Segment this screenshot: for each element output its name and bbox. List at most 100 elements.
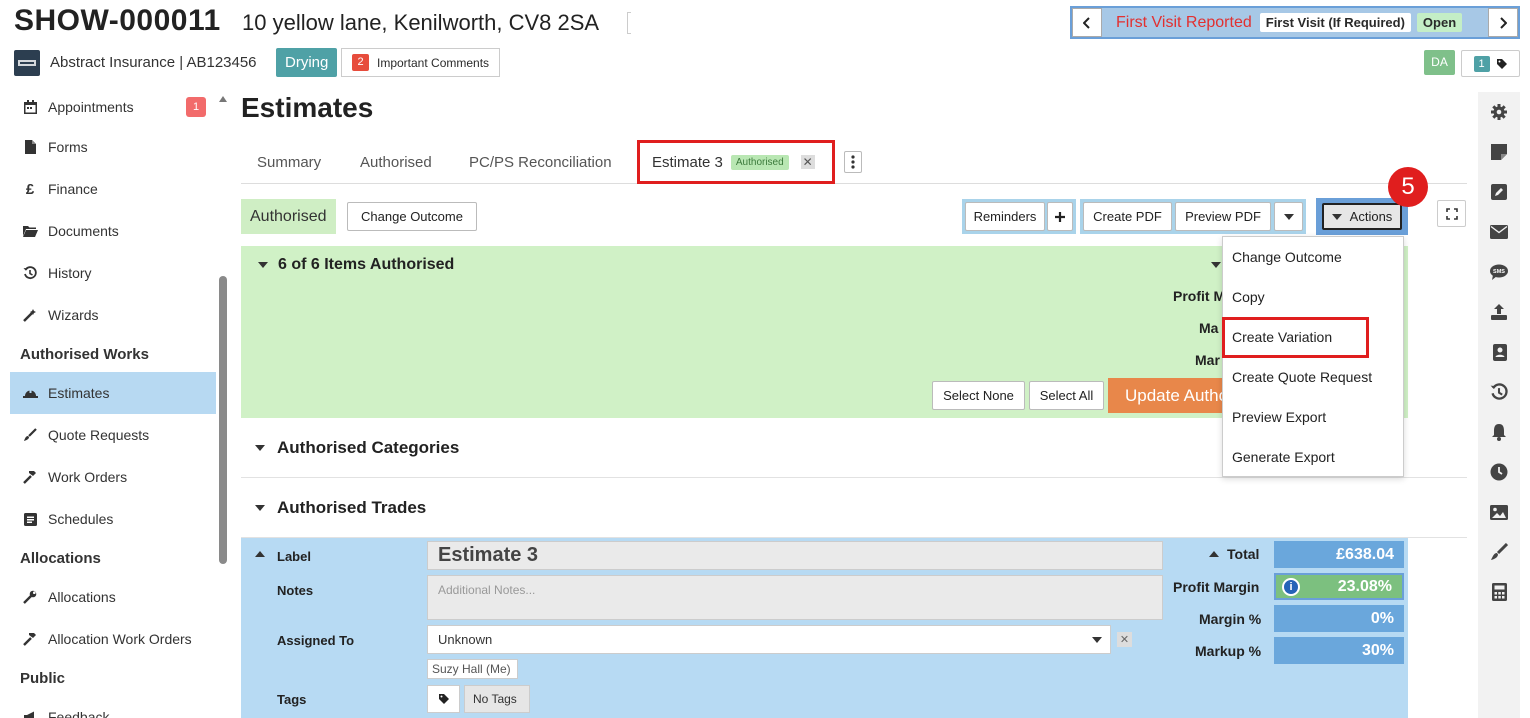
- workflow-next-button[interactable]: [1488, 8, 1518, 37]
- add-tag-button[interactable]: [427, 685, 460, 713]
- close-icon[interactable]: ✕: [800, 155, 815, 169]
- history-icon[interactable]: [1489, 382, 1509, 402]
- notes-textarea[interactable]: Additional Notes...: [427, 575, 1163, 620]
- change-outcome-button[interactable]: Change Outcome: [347, 202, 477, 231]
- page-title: Estimates: [241, 92, 374, 123]
- chevron-right-icon: [1500, 16, 1507, 29]
- clock-icon[interactable]: [1489, 462, 1509, 482]
- tab-summary[interactable]: Summary: [257, 154, 321, 171]
- notes-field-label: Notes: [277, 583, 314, 598]
- total-value: £638.04: [1274, 541, 1404, 568]
- gear-icon[interactable]: [1489, 102, 1509, 122]
- calculator-icon[interactable]: [1489, 582, 1509, 602]
- authorised-trades-header[interactable]: Authorised Trades: [241, 478, 1467, 538]
- user-avatar[interactable]: DA: [1424, 50, 1455, 75]
- important-comments-button[interactable]: 2 Important Comments: [341, 48, 501, 77]
- sidebar-item-label: History: [48, 265, 92, 281]
- select-none-button[interactable]: Select None: [932, 381, 1025, 410]
- calendar-icon: [22, 99, 38, 115]
- sidebar-item-forms[interactable]: Forms: [10, 126, 216, 168]
- kebab-icon: [851, 155, 855, 169]
- tab-authorised[interactable]: Authorised: [360, 154, 432, 171]
- sidebar-item-quote-requests[interactable]: Quote Requests: [10, 414, 216, 456]
- menu-item-generate-export[interactable]: Generate Export: [1223, 437, 1403, 477]
- actions-button[interactable]: Actions: [1322, 203, 1402, 230]
- plus-icon: [1055, 211, 1065, 222]
- margin-percent-label: Margin %: [1199, 611, 1262, 627]
- workflow-state-badge: Open: [1416, 13, 1463, 32]
- info-icon[interactable]: i: [1282, 578, 1300, 596]
- tab-estimate-3[interactable]: Estimate 3 Authorised ✕: [637, 140, 835, 184]
- sidebar-section-public: Public: [20, 669, 66, 687]
- authorised-items-header[interactable]: 6 of 6 Items Authorised: [258, 256, 454, 274]
- image-icon[interactable]: [1489, 502, 1509, 522]
- clear-assigned-icon[interactable]: ✕: [1117, 632, 1132, 647]
- authorised-items-title: 6 of 6 Items Authorised: [278, 256, 455, 273]
- caret-down-icon[interactable]: [1211, 262, 1221, 268]
- hammer-icon: [22, 469, 38, 485]
- history-icon: [22, 265, 38, 281]
- contact-card-icon[interactable]: [1489, 342, 1509, 362]
- sidebar-item-allocations[interactable]: Allocations: [10, 576, 216, 618]
- update-authorised-button[interactable]: Update Authorised: [1108, 378, 1228, 413]
- sidebar-item-wizards[interactable]: Wizards: [10, 294, 216, 336]
- estimate-label-input[interactable]: Estimate 3: [427, 541, 1163, 570]
- sticky-note-icon[interactable]: [1489, 142, 1509, 162]
- upload-icon[interactable]: [1489, 302, 1509, 322]
- sidebar-item-schedules[interactable]: Schedules: [10, 498, 216, 540]
- assign-suggestion-chip[interactable]: Suzy Hall (Me): [427, 659, 518, 679]
- sidebar-scrollbar[interactable]: [219, 276, 227, 564]
- menu-item-create-quote-request[interactable]: Create Quote Request: [1223, 357, 1403, 397]
- caret-up-icon[interactable]: [255, 551, 265, 557]
- pdf-options-button[interactable]: [1274, 202, 1303, 231]
- preview-pdf-button[interactable]: Preview PDF: [1175, 202, 1271, 231]
- caret-up-icon: [1209, 551, 1219, 557]
- chevron-down-icon: [1283, 213, 1294, 220]
- sidebar-scroll-up-arrow[interactable]: [219, 96, 227, 102]
- job-status-badge[interactable]: Drying: [276, 48, 338, 77]
- sidebar-item-estimates[interactable]: Estimates: [10, 372, 216, 414]
- comments-label: Important Comments: [377, 55, 490, 70]
- sidebar-item-feedback[interactable]: Feedback: [10, 696, 216, 718]
- reminders-button[interactable]: Reminders: [965, 202, 1045, 231]
- sidebar-item-label: Work Orders: [48, 469, 128, 485]
- profit-margin-number: 23.08%: [1337, 577, 1392, 595]
- create-pdf-button[interactable]: Create PDF: [1083, 202, 1172, 231]
- edit-icon[interactable]: [1489, 182, 1509, 202]
- margin-percent-value[interactable]: 0%: [1274, 605, 1404, 632]
- markup-percent-value[interactable]: 30%: [1274, 637, 1404, 664]
- sidebar-item-label: Documents: [48, 223, 119, 239]
- sidebar-item-label: Estimates: [48, 385, 110, 401]
- menu-item-copy[interactable]: Copy: [1223, 277, 1403, 317]
- workflow-prev-button[interactable]: [1072, 8, 1102, 37]
- sidebar-item-history[interactable]: History: [10, 252, 216, 294]
- add-reminder-button[interactable]: [1047, 202, 1073, 231]
- sidebar-item-finance[interactable]: £ Finance: [10, 168, 216, 210]
- select-all-button[interactable]: Select All: [1029, 381, 1104, 410]
- assigned-to-select[interactable]: Unknown: [427, 625, 1111, 654]
- brush-icon: [22, 427, 38, 443]
- assigned-to-label: Assigned To: [277, 633, 355, 648]
- sidebar-item-documents[interactable]: Documents: [10, 210, 216, 252]
- menu-item-preview-export[interactable]: Preview Export: [1223, 397, 1403, 437]
- sidebar-nav: Appointments 1 Forms £ Finance Documents…: [10, 88, 216, 718]
- bell-icon[interactable]: [1489, 422, 1509, 442]
- job-id: SHOW-000011: [14, 4, 221, 37]
- more-tabs-button[interactable]: [844, 151, 862, 173]
- fullscreen-button[interactable]: [1437, 200, 1466, 227]
- menu-item-change-outcome[interactable]: Change Outcome: [1223, 237, 1403, 277]
- sms-icon[interactable]: SMS: [1489, 262, 1509, 282]
- tab-pc-ps-reconciliation[interactable]: PC/PS Reconciliation: [469, 154, 612, 171]
- sidebar-item-label: Schedules: [48, 511, 114, 527]
- sidebar-item-label: Appointments: [48, 99, 134, 115]
- tab-status-badge: Authorised: [730, 154, 789, 170]
- workflow-next-stage[interactable]: First Visit (If Required): [1259, 13, 1411, 32]
- sidebar-item-appointments[interactable]: Appointments 1: [10, 88, 216, 126]
- envelope-icon[interactable]: [1489, 222, 1509, 242]
- no-tags-chip: No Tags: [464, 685, 530, 713]
- sidebar-item-work-orders[interactable]: Work Orders: [10, 456, 216, 498]
- paint-brush-icon[interactable]: [1489, 542, 1509, 562]
- sidebar-item-allocation-work-orders[interactable]: Allocation Work Orders: [10, 618, 216, 660]
- total-header[interactable]: Total: [1209, 546, 1259, 562]
- tags-button[interactable]: 1: [1461, 50, 1520, 77]
